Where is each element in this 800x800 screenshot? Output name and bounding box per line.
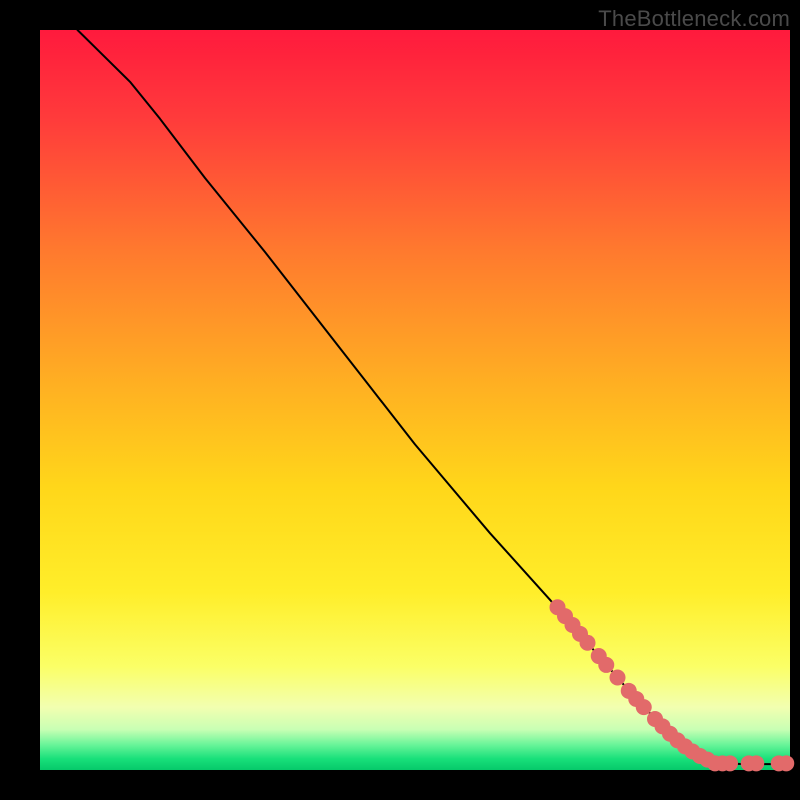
data-point (580, 635, 596, 651)
plot-background (40, 30, 790, 770)
chart-svg (0, 0, 800, 800)
data-point (636, 699, 652, 715)
data-point (610, 670, 626, 686)
data-point (598, 657, 614, 673)
data-point (722, 755, 738, 771)
data-point (778, 755, 794, 771)
watermark-text: TheBottleneck.com (598, 6, 790, 32)
data-point (748, 755, 764, 771)
